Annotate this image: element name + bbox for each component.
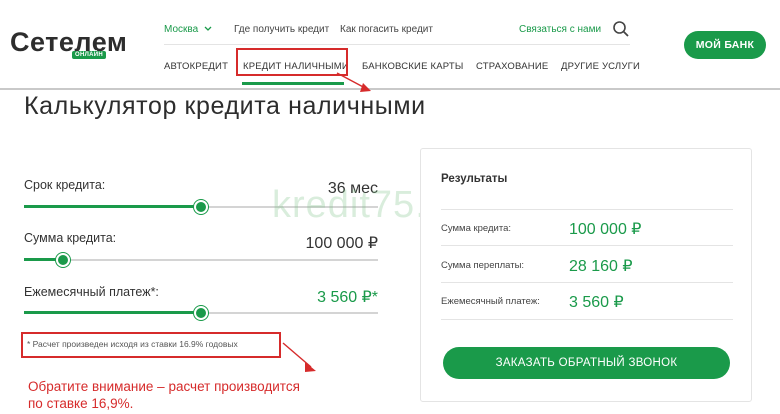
term-label: Срок кредита: [24,178,106,192]
logo[interactable]: Сетелем ОНЛАЙН [10,27,128,59]
contact-link[interactable]: Связаться с нами [519,24,601,35]
site-header: Сетелем ОНЛАЙН Москва Где получить креди… [0,0,780,90]
result-amount-value: 100 000 ₽ [569,221,642,238]
results-divider [441,282,733,283]
where-to-get-link[interactable]: Где получить кредит [234,24,329,35]
active-tab-underline [242,82,344,85]
annotation-highlight-box [236,48,348,76]
nav-item-other-services[interactable]: ДРУГИЕ УСЛУГИ [561,61,640,72]
payment-slider[interactable] [24,306,378,320]
results-panel: Результаты Сумма кредита: 100 000 ₽ Сумм… [420,148,752,402]
result-overpayment-label: Сумма переплаты: [441,260,525,271]
red-annotation-text: Обратите внимание – расчет производится … [28,378,358,412]
payment-slider-fill [24,311,201,314]
logo-text: Сетелем [10,27,128,57]
amount-value: 100 000 ₽ [305,235,378,252]
results-divider [441,319,733,320]
result-payment-label: Ежемесячный платеж: [441,296,540,307]
city-selector[interactable]: Москва [164,24,212,35]
amount-slider[interactable] [24,253,378,267]
results-divider [441,245,733,246]
nav-item-bank-cards[interactable]: БАНКОВСКИЕ КАРТЫ [362,61,463,72]
nav-item-autocredit[interactable]: АВТОКРЕДИТ [164,61,228,72]
how-to-repay-link[interactable]: Как погасить кредит [340,24,433,35]
chevron-down-icon [204,26,212,32]
nav-item-insurance[interactable]: СТРАХОВАНИЕ [476,61,548,72]
city-label: Москва [164,24,199,35]
payment-value: 3 560 ₽* [317,289,378,306]
page-title: Калькулятор кредита наличными [24,92,426,120]
nav-divider [164,44,630,45]
search-icon[interactable] [612,20,630,38]
annotation-line-2: по ставке 16,9%. [28,396,134,411]
term-slider-handle[interactable] [194,200,208,214]
my-bank-button[interactable]: МОЙ БАНК [684,31,766,59]
term-slider-fill [24,205,201,208]
amount-slider-handle[interactable] [55,253,70,267]
annotation-arrow-icon [282,342,316,372]
amount-label: Сумма кредита: [24,231,117,245]
result-amount-label: Сумма кредита: [441,223,512,234]
callback-button[interactable]: ЗАКАЗАТЬ ОБРАТНЫЙ ЗВОНОК [443,347,730,379]
result-overpayment-value: 28 160 ₽ [569,258,633,275]
payment-label: Ежемесячный платеж*: [24,285,159,299]
logo-badge: ОНЛАЙН [72,51,106,59]
result-payment-value: 3 560 ₽ [569,294,624,311]
annotation-line-1: Обратите внимание – расчет производится [28,379,300,394]
results-divider [441,209,733,210]
payment-slider-handle[interactable] [194,306,208,320]
rate-note: * Расчет произведен исходя из ставки 16.… [27,339,238,349]
results-title: Результаты [441,173,508,185]
